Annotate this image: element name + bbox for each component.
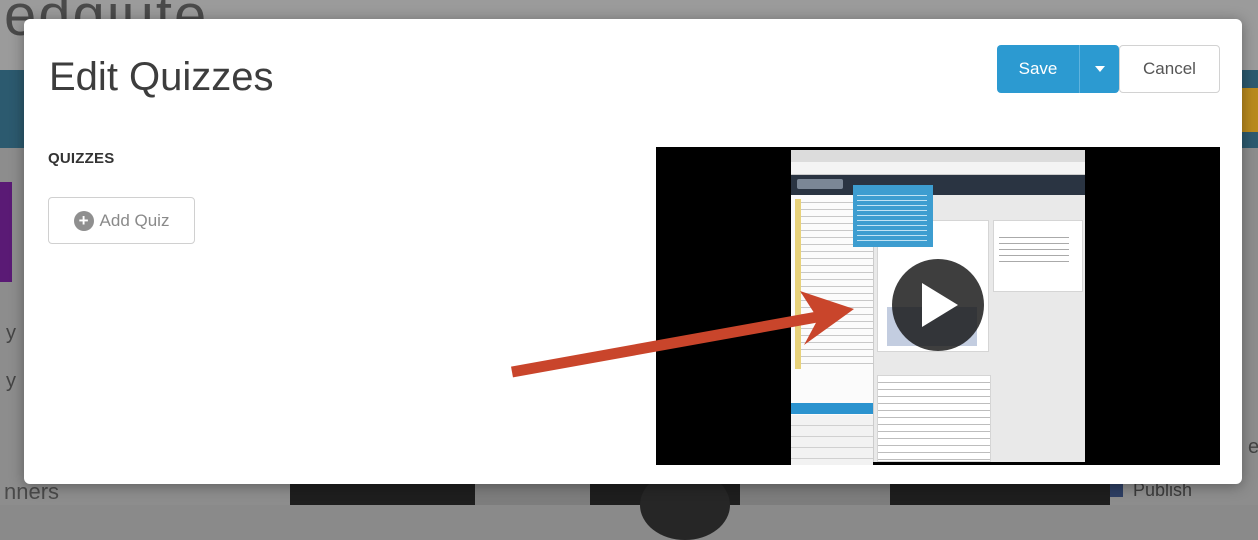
screenshot-tooltip-text	[857, 191, 927, 241]
screenshot-tooltip	[853, 185, 933, 247]
screenshot-bottom-panel	[877, 375, 991, 462]
caret-down-icon	[1094, 66, 1105, 72]
video-play-button[interactable]	[892, 259, 984, 351]
edit-quizzes-modal: Edit Quizzes Save Cancel QUIZZES + Add Q…	[24, 19, 1242, 484]
background-accent-tab	[1242, 88, 1258, 132]
screenshot-address-bar	[791, 162, 1085, 175]
save-button-group: Save Cancel	[997, 45, 1220, 93]
screenshot-menu	[791, 415, 873, 465]
save-button[interactable]: Save	[997, 45, 1079, 93]
screenshot-right-text	[999, 232, 1069, 262]
play-icon	[922, 283, 958, 327]
save-options-dropdown[interactable]	[1079, 45, 1119, 93]
add-quiz-button[interactable]: + Add Quiz	[48, 197, 195, 244]
background-text-fragment: y	[6, 370, 16, 392]
modal-title: Edit Quizzes	[49, 55, 274, 99]
cancel-button[interactable]: Cancel	[1119, 45, 1220, 93]
publish-icon	[1110, 483, 1123, 497]
add-quiz-label: Add Quiz	[99, 210, 170, 230]
background-text-fragment: e	[1248, 436, 1258, 458]
background-purple-block	[0, 182, 12, 282]
red-arrow-icon	[511, 291, 854, 378]
plus-circle-icon: +	[73, 210, 94, 231]
screenshot-logo	[797, 179, 843, 189]
background-text-fragment: y	[6, 322, 16, 344]
quizzes-section-label: QUIZZES	[48, 150, 115, 167]
screenshot-tab-bar	[791, 150, 1085, 162]
